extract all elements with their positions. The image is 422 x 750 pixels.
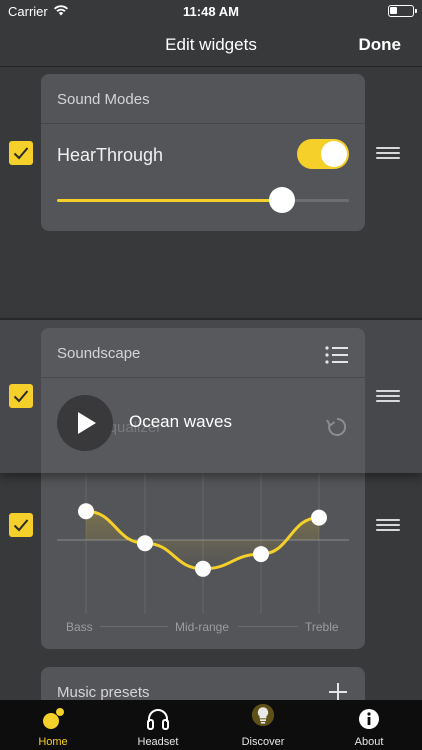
info-icon: [359, 709, 379, 729]
sound-modes-header: Sound Modes: [41, 74, 365, 124]
tab-bar: Home Headset Discover About: [0, 700, 422, 750]
soundscape-checkbox[interactable]: [9, 384, 33, 408]
eq-band-handle[interactable]: [195, 560, 211, 577]
equalizer-drag-handle[interactable]: [376, 519, 400, 531]
headset-icon: [147, 709, 169, 730]
battery-icon: [388, 5, 417, 17]
done-button[interactable]: Done: [359, 35, 402, 55]
tab-discover[interactable]: Discover: [215, 700, 311, 750]
tab-headset-label: Headset: [137, 736, 179, 748]
status-time: 11:48 AM: [183, 4, 239, 19]
eq-mid-label: Mid-range: [175, 620, 230, 634]
soundscape-drag-handle[interactable]: [376, 390, 400, 402]
eq-band-handle[interactable]: [253, 546, 269, 563]
tab-home[interactable]: Home: [5, 700, 101, 750]
tab-home-label: Home: [38, 736, 68, 748]
soundscape-dragging-row[interactable]: Soundscape Music equalizer Ocean waves: [0, 320, 422, 473]
play-icon: [78, 412, 96, 434]
tab-about[interactable]: About: [321, 700, 417, 750]
tab-discover-label: Discover: [241, 736, 285, 748]
slider-thumb[interactable]: [268, 187, 295, 213]
eq-band-handle[interactable]: [78, 503, 94, 520]
repeat-icon[interactable]: [326, 416, 348, 438]
eq-band-handle[interactable]: [311, 509, 327, 526]
eq-bass-label: Bass: [66, 620, 93, 634]
soundscape-track-name: Ocean waves: [129, 412, 232, 431]
soundscape-title: Soundscape: [57, 345, 141, 362]
hearthrough-slider[interactable]: [57, 187, 349, 213]
sound-modes-card: Sound Modes HearThrough: [41, 74, 365, 231]
checkmark-icon: [13, 390, 29, 403]
lightbulb-icon: [251, 703, 275, 727]
status-bar: Carrier 11:48 AM: [0, 0, 422, 24]
hearthrough-label: HearThrough: [57, 145, 164, 165]
soundscape-card: Soundscape Music equalizer Ocean waves: [41, 328, 365, 473]
slider-fill: [57, 199, 282, 202]
sound-modes-drag-handle[interactable]: [376, 147, 400, 159]
tab-headset[interactable]: Headset: [110, 700, 206, 750]
equalizer-checkbox[interactable]: [9, 513, 33, 537]
sound-modes-checkbox[interactable]: [9, 141, 33, 165]
eq-label-line: [238, 626, 298, 627]
sound-modes-title: Sound Modes: [57, 91, 150, 108]
checkmark-icon: [13, 519, 29, 532]
play-button[interactable]: [57, 395, 113, 451]
list-icon[interactable]: [325, 346, 349, 364]
eq-band-handle[interactable]: [137, 535, 153, 552]
hearthrough-toggle[interactable]: [297, 139, 349, 169]
eq-treble-label: Treble: [305, 620, 339, 634]
tab-about-label: About: [354, 736, 384, 748]
soundscape-header: Soundscape: [41, 328, 365, 378]
plus-icon[interactable]: [329, 683, 347, 701]
toggle-knob: [321, 141, 347, 167]
home-icon: [43, 708, 64, 729]
navigation-bar: Edit widgets Done: [0, 24, 422, 66]
checkmark-icon: [13, 147, 29, 160]
music-presets-title: Music presets: [57, 684, 150, 701]
eq-label-line: [100, 626, 168, 627]
